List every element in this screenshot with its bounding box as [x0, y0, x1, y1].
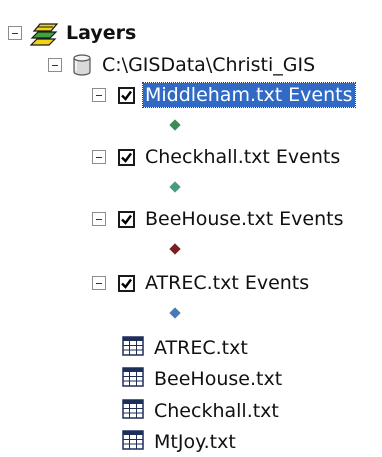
tree-node-layers[interactable]: Layers [8, 18, 138, 48]
checkmark-icon [121, 214, 132, 225]
layer-label[interactable]: BeeHouse.txt Events [143, 207, 346, 231]
layer-label[interactable]: ATREC.txt Events [143, 271, 311, 295]
layer-visibility-checkbox[interactable] [118, 86, 135, 104]
table-label[interactable]: ATREC.txt [152, 336, 250, 360]
checkmark-icon [121, 152, 132, 163]
layer-label[interactable]: Middleham.txt Events [142, 82, 356, 108]
point-symbol-icon [169, 243, 181, 255]
table-label[interactable]: MtJoy.txt [152, 430, 238, 454]
table-icon [122, 398, 144, 424]
table-label[interactable]: BeeHouse.txt [152, 367, 284, 391]
tree-node-layer-beehouse[interactable]: BeeHouse.txt Events [92, 204, 346, 234]
point-symbol-icon [169, 119, 181, 131]
layer-label[interactable]: Checkhall.txt Events [143, 145, 342, 169]
collapse-layer-button[interactable] [92, 88, 106, 102]
tree-node-layer-middleham[interactable]: Middleham.txt Events [92, 80, 356, 110]
collapse-workspace-button[interactable] [48, 58, 62, 72]
layers-icon [29, 20, 59, 46]
table-item-beehouse[interactable]: BeeHouse.txt [122, 364, 284, 394]
table-item-atrec[interactable]: ATREC.txt [122, 333, 250, 363]
table-label[interactable]: Checkhall.txt [152, 399, 281, 423]
layer-visibility-checkbox[interactable] [118, 210, 135, 228]
table-item-checkhall[interactable]: Checkhall.txt [122, 396, 281, 426]
point-symbol-icon [169, 307, 181, 319]
collapse-layer-button[interactable] [92, 276, 106, 290]
tree-node-layer-atrec[interactable]: ATREC.txt Events [92, 268, 311, 298]
layers-label[interactable]: Layers [64, 21, 138, 45]
table-icon [122, 366, 144, 392]
table-item-mtjoy[interactable]: MtJoy.txt [122, 427, 238, 457]
tree-node-layer-checkhall[interactable]: Checkhall.txt Events [92, 142, 342, 172]
workspace-label[interactable]: C:\GISData\Christi_GIS [100, 53, 317, 77]
checkmark-icon [121, 90, 132, 101]
collapse-layer-button[interactable] [92, 212, 106, 226]
layer-visibility-checkbox[interactable] [118, 148, 135, 166]
point-symbol-icon [169, 181, 181, 193]
database-icon [72, 53, 92, 77]
collapse-layer-button[interactable] [92, 150, 106, 164]
layer-visibility-checkbox[interactable] [118, 274, 135, 292]
table-icon [122, 335, 144, 361]
table-icon [122, 429, 144, 455]
checkmark-icon [121, 278, 132, 289]
tree-node-workspace[interactable]: C:\GISData\Christi_GIS [48, 50, 317, 80]
collapse-layers-button[interactable] [8, 26, 22, 40]
